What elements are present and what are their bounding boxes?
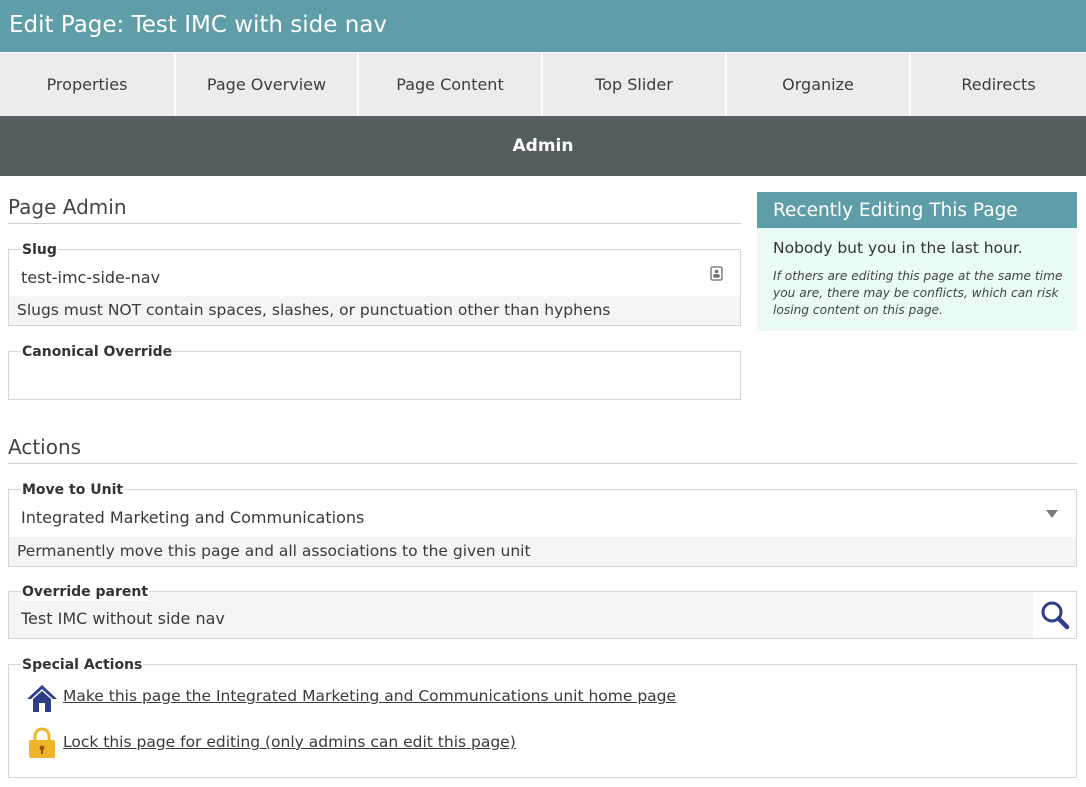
recent-editors-status: Nobody but you in the last hour. <box>773 239 1023 257</box>
special-actions-label: Special Actions <box>21 656 144 674</box>
slug-input[interactable]: test-imc-side-nav <box>21 268 160 287</box>
move-to-unit-label: Move to Unit <box>21 481 125 499</box>
recent-editors-panel: Recently Editing This Page Nobody but yo… <box>757 192 1077 331</box>
tab-organize[interactable]: Organize <box>727 53 911 116</box>
tab-page-overview[interactable]: Page Overview <box>176 53 359 116</box>
special-actions-field: Special Actions <box>8 656 1077 778</box>
move-to-unit-select[interactable]: Integrated Marketing and Communications <box>21 508 364 527</box>
override-parent-label: Override parent <box>21 583 150 601</box>
slug-label: Slug <box>21 241 58 259</box>
tab-bar: Properties Page Overview Page Content To… <box>0 52 1086 116</box>
override-parent-search-button[interactable] <box>1033 592 1076 638</box>
title-bar: Edit Page: Test IMC with side nav <box>0 0 1086 52</box>
lock-icon[interactable] <box>28 727 56 759</box>
make-unit-home-link[interactable]: Make this page the Integrated Marketing … <box>63 687 676 705</box>
canonical-override-field: Canonical Override <box>8 343 741 400</box>
chevron-down-icon[interactable] <box>1045 509 1059 519</box>
override-parent-field: Override parent Test IMC without side na… <box>8 583 1077 639</box>
tab-page-content[interactable]: Page Content <box>359 53 543 116</box>
move-to-unit-help: Permanently move this page and all assoc… <box>9 537 1076 566</box>
tab-redirects[interactable]: Redirects <box>911 53 1086 116</box>
page-admin-heading: Page Admin <box>8 195 741 224</box>
recent-editors-heading: Recently Editing This Page <box>757 192 1077 228</box>
actions-heading: Actions <box>8 435 1077 464</box>
recent-editors-note: If others are editing this page at the s… <box>773 269 1063 317</box>
slug-help: Slugs must NOT contain spaces, slashes, … <box>9 296 740 325</box>
admin-tab-label: Admin <box>512 136 574 156</box>
tab-properties[interactable]: Properties <box>0 53 176 116</box>
search-icon <box>1041 601 1070 630</box>
slug-field: Slug test-imc-side-nav Slugs must NOT co… <box>8 241 741 326</box>
admin-tab[interactable]: Admin <box>0 116 1086 176</box>
override-parent-input[interactable]: Test IMC without side nav <box>21 609 225 628</box>
page-title: Edit Page: Test IMC with side nav <box>9 12 388 38</box>
lock-page-link[interactable]: Lock this page for editing (only admins … <box>63 733 516 751</box>
id-card-icon[interactable] <box>710 266 724 282</box>
tab-top-slider[interactable]: Top Slider <box>543 53 727 116</box>
move-to-unit-field: Move to Unit Integrated Marketing and Co… <box>8 481 1077 567</box>
home-icon[interactable] <box>26 683 58 713</box>
canonical-override-label: Canonical Override <box>21 343 174 361</box>
